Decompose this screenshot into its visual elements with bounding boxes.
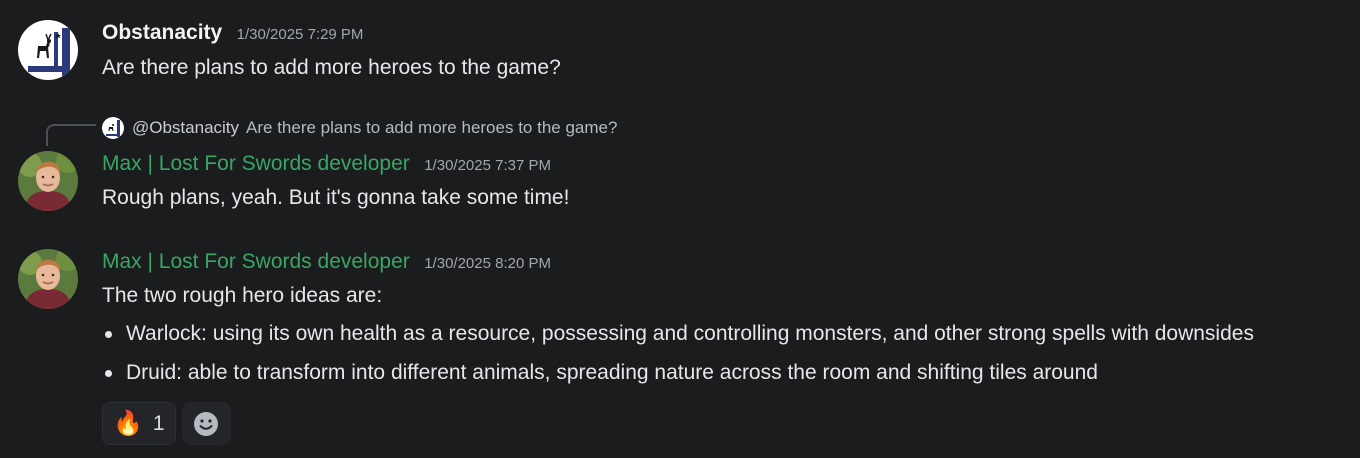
deer-flag-avatar-icon xyxy=(18,20,78,80)
username[interactable]: Max | Lost For Swords developer xyxy=(102,152,410,175)
avatar[interactable] xyxy=(18,249,78,309)
reaction-fire-button[interactable]: 🔥 1 xyxy=(102,402,176,445)
message-header: Max | Lost For Swords developer 1/30/202… xyxy=(102,250,551,274)
list-item-text: Warlock: using its own health as a resou… xyxy=(126,322,1254,345)
reactions-bar: 🔥 1 xyxy=(102,402,231,445)
message-header: Max | Lost For Swords developer 1/30/202… xyxy=(102,152,551,176)
reply-avatar xyxy=(102,117,124,139)
username[interactable]: Obstanacity xyxy=(102,21,222,44)
reply-text: Are there plans to add more heroes to th… xyxy=(246,118,618,137)
reply-connector xyxy=(46,124,96,146)
avatar[interactable] xyxy=(18,20,78,80)
add-reaction-button[interactable] xyxy=(181,402,231,445)
message-text: Rough plans, yeah. But it's gonna take s… xyxy=(102,186,570,209)
username[interactable]: Max | Lost For Swords developer xyxy=(102,250,410,273)
reaction-count: 1 xyxy=(152,411,165,435)
smiley-icon xyxy=(194,411,219,436)
person-avatar-icon xyxy=(18,151,78,211)
reply-mention[interactable]: @Obstanacity xyxy=(132,118,239,138)
timestamp: 1/30/2025 7:37 PM xyxy=(424,157,551,174)
list-item: Warlock: using its own health as a resou… xyxy=(102,322,1254,361)
timestamp: 1/30/2025 7:29 PM xyxy=(236,26,364,43)
list-item-text: Druid: able to transform into different … xyxy=(126,361,1098,384)
bullet-dot xyxy=(105,370,112,377)
message-text: Are there plans to add more heroes to th… xyxy=(102,56,561,79)
reply-preview[interactable]: @Obstanacity Are there plans to add more… xyxy=(102,117,617,139)
message-text: The two rough hero ideas are: xyxy=(102,284,383,307)
list-item: Druid: able to transform into different … xyxy=(102,361,1254,400)
message-header: Obstanacity 1/30/2025 7:29 PM xyxy=(102,21,363,45)
avatar[interactable] xyxy=(18,151,78,211)
deer-flag-avatar-icon xyxy=(102,117,124,139)
timestamp: 1/30/2025 8:20 PM xyxy=(424,255,551,272)
person-avatar-icon xyxy=(18,249,78,309)
chat-messages: Obstanacity 1/30/2025 7:29 PM Are there … xyxy=(0,0,1360,458)
bullet-list: Warlock: using its own health as a resou… xyxy=(102,322,1254,400)
fire-icon: 🔥 xyxy=(113,409,143,437)
bullet-dot xyxy=(105,331,112,338)
